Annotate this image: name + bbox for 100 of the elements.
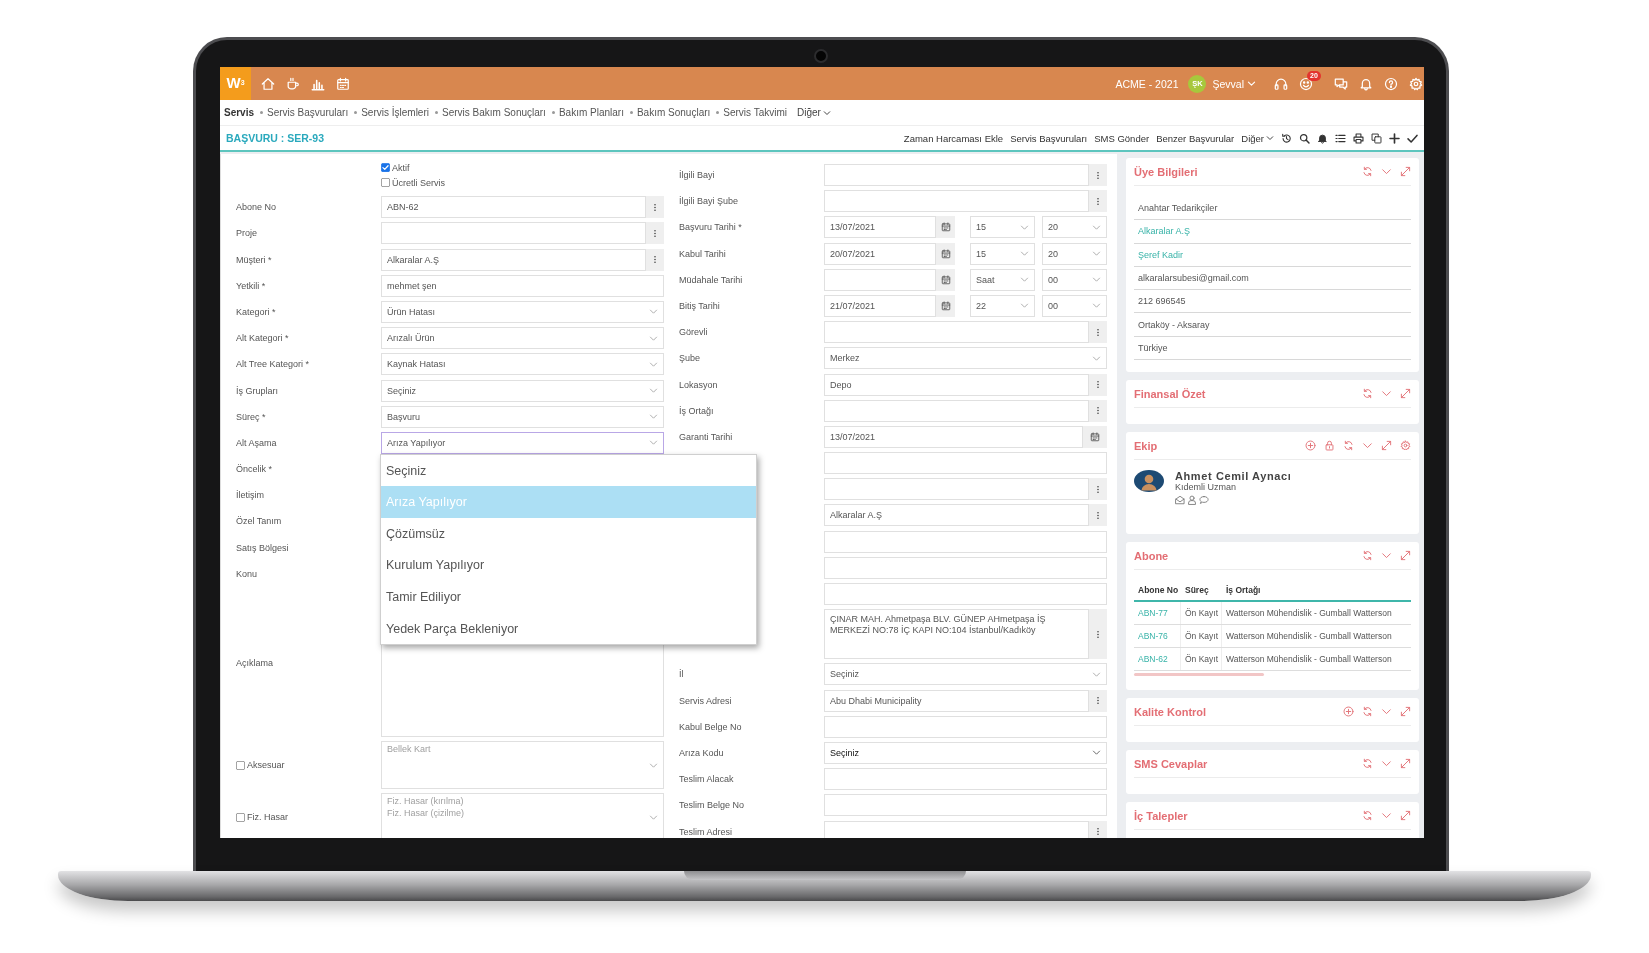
horizontal-scrollbar[interactable] <box>1134 673 1264 677</box>
add-icon[interactable] <box>1343 706 1354 718</box>
toolbar-link[interactable]: SMS Gönder <box>1094 132 1150 144</box>
lookup-field[interactable] <box>824 478 1089 501</box>
lookup-field[interactable] <box>824 190 1089 213</box>
lookup-field[interactable]: ABN-62 <box>381 196 646 219</box>
plus-icon[interactable] <box>1389 132 1400 144</box>
select-field[interactable]: Başvuru <box>381 405 664 428</box>
options-button[interactable] <box>1089 504 1107 527</box>
column-header[interactable]: Abone No <box>1134 580 1181 601</box>
lookup-field[interactable] <box>824 399 1089 422</box>
history-icon[interactable] <box>1281 132 1292 144</box>
hour-select[interactable]: Saat <box>970 268 1035 291</box>
copy-icon[interactable] <box>1371 132 1382 144</box>
list-icon[interactable] <box>1335 132 1346 144</box>
refresh-icon[interactable] <box>1362 706 1373 718</box>
module-tab[interactable]: Bakım Sonuçları <box>636 107 711 118</box>
lookup-field[interactable]: Alkaralar A.Ş <box>381 248 646 271</box>
smiley-icon[interactable] <box>1299 76 1313 91</box>
dropdown-option[interactable]: Yedek Parça Bekleniyor <box>381 612 756 645</box>
options-button[interactable] <box>646 196 664 219</box>
options-button[interactable] <box>646 248 664 271</box>
hour-select[interactable]: 15 <box>970 216 1035 239</box>
refresh-icon[interactable] <box>1362 166 1373 177</box>
calendar-button[interactable] <box>1083 425 1107 448</box>
toolbar-link[interactable]: Zaman Harcaması Ekle <box>903 132 1004 144</box>
minute-select[interactable]: 20 <box>1042 242 1107 265</box>
print-icon[interactable] <box>1353 132 1364 144</box>
lock-icon[interactable] <box>1324 440 1335 452</box>
more-menu-button[interactable]: Diğer <box>1241 132 1274 144</box>
select-field[interactable]: Seçiniz <box>381 379 664 402</box>
lookup-field[interactable]: Alkaralar A.Ş <box>824 504 1089 527</box>
refresh-icon[interactable] <box>1362 550 1373 562</box>
check-icon[interactable] <box>1407 132 1418 144</box>
select-field[interactable]: Seçiniz <box>824 741 1107 764</box>
options-button[interactable] <box>1089 820 1107 838</box>
module-tab[interactable]: Servis Başvuruları <box>267 107 349 118</box>
minute-select[interactable]: 20 <box>1042 216 1107 239</box>
options-button[interactable] <box>1089 689 1107 712</box>
lookup-field[interactable]: Abu Dhabi Municipality <box>824 689 1089 712</box>
chevron-down-icon[interactable] <box>1381 166 1392 177</box>
module-tab[interactable]: Servis <box>224 107 255 118</box>
cup-icon[interactable] <box>286 76 300 91</box>
dropdown-option[interactable]: Seçiniz <box>381 454 756 487</box>
text-field[interactable]: mehmet şen <box>381 274 664 297</box>
lookup-field[interactable] <box>824 164 1089 186</box>
calendar-icon[interactable] <box>336 76 350 91</box>
expand-icon[interactable] <box>1400 758 1411 770</box>
date-field[interactable] <box>824 268 936 291</box>
dropdown-option[interactable]: Çözümsüz <box>381 518 756 550</box>
calendar-button[interactable] <box>936 216 955 239</box>
expand-icon[interactable] <box>1400 810 1411 822</box>
select-field[interactable]: Arıza Yapılıyor <box>381 431 664 454</box>
search-icon[interactable] <box>1299 132 1310 144</box>
refresh-icon[interactable] <box>1362 758 1373 770</box>
module-tab[interactable]: Bakım Planları <box>558 107 624 118</box>
envelope-icon[interactable] <box>1175 495 1185 506</box>
options-button[interactable] <box>1089 373 1107 396</box>
text-field[interactable] <box>824 556 1107 579</box>
hour-select[interactable]: 15 <box>970 242 1035 265</box>
select-field[interactable]: Seçiniz <box>824 663 1107 686</box>
select-field[interactable]: Ürün Hatası <box>381 300 664 323</box>
lookup-field[interactable]: Depo <box>824 373 1089 396</box>
options-button[interactable] <box>1089 399 1107 422</box>
checkbox[interactable] <box>236 760 245 770</box>
dropdown-option[interactable]: Kurulum Yapılıyor <box>381 549 756 582</box>
minute-select[interactable]: 00 <box>1042 294 1107 317</box>
minute-select[interactable]: 00 <box>1042 268 1107 291</box>
chat-icon[interactable] <box>1199 495 1209 506</box>
checkbox[interactable] <box>381 163 390 172</box>
date-field[interactable]: 21/07/2021 <box>824 294 936 317</box>
module-tab[interactable]: Servis Bakım Sonuçları <box>441 107 546 118</box>
toolbar-link[interactable]: Servis Başvuruları <box>1010 132 1088 144</box>
text-field[interactable] <box>824 452 1107 475</box>
bell-icon[interactable] <box>1317 132 1328 144</box>
column-header[interactable]: Süreç <box>1181 580 1222 601</box>
select-field[interactable]: Arızalı Ürün <box>381 327 664 350</box>
calendar-button[interactable] <box>936 294 955 317</box>
select-field[interactable]: Merkez <box>824 347 1107 370</box>
options-button[interactable] <box>1089 164 1107 186</box>
refresh-icon[interactable] <box>1343 440 1354 452</box>
date-field[interactable]: 13/07/2021 <box>824 216 936 239</box>
user-icon[interactable] <box>1187 495 1197 506</box>
dropdown-option[interactable]: Tamir Ediliyor <box>381 581 756 613</box>
chevron-down-icon[interactable] <box>1247 79 1256 88</box>
checkbox[interactable] <box>236 812 245 822</box>
headset-icon[interactable] <box>1274 76 1288 91</box>
lookup-field[interactable] <box>824 820 1089 838</box>
options-button[interactable] <box>1089 190 1107 213</box>
refresh-icon[interactable] <box>1362 388 1373 400</box>
toolbar-link[interactable]: Benzer Başvurular <box>1156 132 1235 144</box>
date-field[interactable]: 20/07/2021 <box>824 242 936 265</box>
lookup-field[interactable] <box>824 321 1089 344</box>
options-button[interactable] <box>1089 478 1107 501</box>
expand-icon[interactable] <box>1400 706 1411 718</box>
text-field[interactable] <box>824 530 1107 553</box>
expand-icon[interactable] <box>1381 440 1392 452</box>
module-tab[interactable]: Servis İşlemleri <box>361 107 429 118</box>
text-field[interactable] <box>824 768 1107 791</box>
lookup-field[interactable] <box>381 222 646 245</box>
